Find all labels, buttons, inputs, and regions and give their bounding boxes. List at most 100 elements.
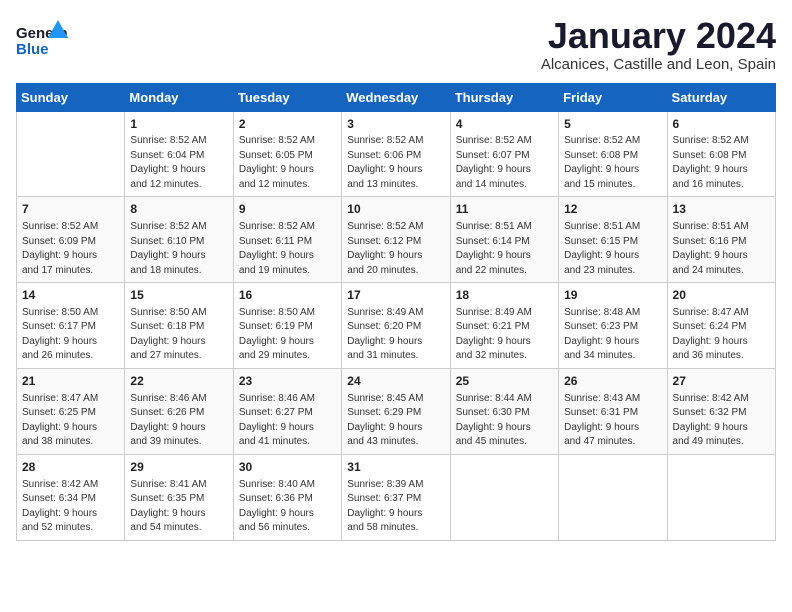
day-number: 1 (130, 116, 227, 133)
calendar-cell: 8 Sunrise: 8:52 AMSunset: 6:10 PMDaylight… (125, 197, 233, 283)
calendar-cell: 14Sunrise: 8:50 AMSunset: 6:17 PMDayligh… (17, 283, 125, 369)
day-number: 23 (239, 373, 336, 390)
cell-info: Sunrise: 8:52 AMSunset: 6:05 PMDaylight:… (239, 134, 336, 192)
calendar-cell: 1Sunrise: 8:52 AMSunset: 6:04 PMDaylight… (125, 111, 233, 197)
calendar-week-row: 1Sunrise: 8:52 AMSunset: 6:04 PMDaylight… (17, 111, 776, 197)
cell-info: Sunrise: 8:50 AMSunset: 6:19 PMDaylight:… (239, 306, 336, 364)
location-subtitle: Alcanices, Castille and Leon, Spain (541, 56, 776, 73)
cell-info: Sunrise: 8:52 AMSunset: 6:10 PMDaylight:… (130, 220, 227, 278)
calendar-table: SundayMondayTuesdayWednesdayThursdayFrid… (16, 83, 776, 541)
day-number: 31 (347, 459, 444, 476)
day-number: 3 (347, 116, 444, 133)
cell-info: Sunrise: 8:52 AMSunset: 6:08 PMDaylight:… (673, 134, 770, 192)
calendar-cell: 15 Sunrise: 8:50 AMSunset: 6:18 PMDayligh… (125, 283, 233, 369)
calendar-cell: 16Sunrise: 8:50 AMSunset: 6:19 PMDayligh… (233, 283, 341, 369)
day-number: 4 (456, 116, 553, 133)
day-number: 22 (130, 373, 227, 390)
calendar-cell: 18 Sunrise: 8:49 AMSunset: 6:21 PMDayligh… (450, 283, 558, 369)
svg-text:Blue: Blue (16, 41, 49, 58)
days-header-row: SundayMondayTuesdayWednesdayThursdayFrid… (17, 83, 776, 111)
calendar-cell: 4Sunrise: 8:52 AMSunset: 6:07 PMDaylight… (450, 111, 558, 197)
calendar-cell: 17Sunrise: 8:49 AMSunset: 6:20 PMDayligh… (342, 283, 450, 369)
cell-info: Sunrise: 8:52 AMSunset: 6:07 PMDaylight:… (456, 134, 553, 192)
calendar-cell: 5Sunrise: 8:52 AMSunset: 6:08 PMDaylight… (559, 111, 667, 197)
cell-info: Sunrise: 8:39 AMSunset: 6:37 PMDaylight:… (347, 478, 444, 536)
day-number: 27 (673, 373, 770, 390)
day-number: 29 (130, 459, 227, 476)
cell-info: Sunrise: 8:47 AMSunset: 6:25 PMDaylight:… (22, 392, 119, 450)
day-header-monday: Monday (125, 83, 233, 111)
day-number: 28 (22, 459, 119, 476)
cell-info: Sunrise: 8:48 AMSunset: 6:23 PMDaylight:… (564, 306, 661, 364)
calendar-cell: 3Sunrise: 8:52 AMSunset: 6:06 PMDaylight… (342, 111, 450, 197)
cell-info: Sunrise: 8:41 AMSunset: 6:35 PMDaylight:… (130, 478, 227, 536)
cell-info: Sunrise: 8:44 AMSunset: 6:30 PMDaylight:… (456, 392, 553, 450)
calendar-cell: 24 Sunrise: 8:45 AMSunset: 6:29 PMDayligh… (342, 368, 450, 454)
day-number: 11 (456, 201, 553, 218)
calendar-week-row: 14Sunrise: 8:50 AMSunset: 6:17 PMDayligh… (17, 283, 776, 369)
cell-info: Sunrise: 8:42 AMSunset: 6:34 PMDaylight:… (22, 478, 119, 536)
day-number: 6 (673, 116, 770, 133)
day-number: 5 (564, 116, 661, 133)
day-number: 15 (130, 287, 227, 304)
calendar-header: SundayMondayTuesdayWednesdayThursdayFrid… (17, 83, 776, 111)
cell-info: Sunrise: 8:40 AMSunset: 6:36 PMDaylight:… (239, 478, 336, 536)
cell-info: Sunrise: 8:47 AMSunset: 6:24 PMDaylight:… (673, 306, 770, 364)
cell-info: Sunrise: 8:42 AMSunset: 6:32 PMDaylight:… (673, 392, 770, 450)
day-number: 20 (673, 287, 770, 304)
calendar-cell: 12 Sunrise: 8:51 AMSunset: 6:15 PMDayligh… (559, 197, 667, 283)
cell-info: Sunrise: 8:52 AMSunset: 6:09 PMDaylight:… (22, 220, 119, 278)
cell-info: Sunrise: 8:52 AMSunset: 6:12 PMDaylight:… (347, 220, 444, 278)
calendar-cell: 13 Sunrise: 8:51 AMSunset: 6:16 PMDayligh… (667, 197, 775, 283)
day-header-thursday: Thursday (450, 83, 558, 111)
calendar-cell: 19Sunrise: 8:48 AMSunset: 6:23 PMDayligh… (559, 283, 667, 369)
day-header-wednesday: Wednesday (342, 83, 450, 111)
cell-info: Sunrise: 8:51 AMSunset: 6:16 PMDaylight:… (673, 220, 770, 278)
day-header-friday: Friday (559, 83, 667, 111)
calendar-cell (667, 454, 775, 540)
header: General Blue January 2024 Alcanices, Cas… (16, 16, 776, 73)
calendar-cell: 27 Sunrise: 8:42 AMSunset: 6:32 PMDayligh… (667, 368, 775, 454)
day-number: 7 (22, 201, 119, 218)
cell-info: Sunrise: 8:52 AMSunset: 6:11 PMDaylight:… (239, 220, 336, 278)
cell-info: Sunrise: 8:46 AMSunset: 6:26 PMDaylight:… (130, 392, 227, 450)
calendar-cell: 20 Sunrise: 8:47 AMSunset: 6:24 PMDayligh… (667, 283, 775, 369)
day-header-sunday: Sunday (17, 83, 125, 111)
day-header-tuesday: Tuesday (233, 83, 341, 111)
title-area: January 2024 Alcanices, Castille and Leo… (541, 16, 776, 73)
month-title: January 2024 (541, 16, 776, 56)
day-number: 14 (22, 287, 119, 304)
day-number: 24 (347, 373, 444, 390)
calendar-cell (559, 454, 667, 540)
day-number: 12 (564, 201, 661, 218)
day-number: 30 (239, 459, 336, 476)
cell-info: Sunrise: 8:51 AMSunset: 6:15 PMDaylight:… (564, 220, 661, 278)
calendar-cell: 2Sunrise: 8:52 AMSunset: 6:05 PMDaylight… (233, 111, 341, 197)
cell-info: Sunrise: 8:49 AMSunset: 6:20 PMDaylight:… (347, 306, 444, 364)
calendar-cell: 29 Sunrise: 8:41 AMSunset: 6:35 PMDayligh… (125, 454, 233, 540)
calendar-cell: 26Sunrise: 8:43 AMSunset: 6:31 PMDayligh… (559, 368, 667, 454)
calendar-body: 1Sunrise: 8:52 AMSunset: 6:04 PMDaylight… (17, 111, 776, 540)
day-number: 9 (239, 201, 336, 218)
logo-icon: General Blue (16, 16, 68, 64)
calendar-cell: 21Sunrise: 8:47 AMSunset: 6:25 PMDayligh… (17, 368, 125, 454)
calendar-cell: 31 Sunrise: 8:39 AMSunset: 6:37 PMDayligh… (342, 454, 450, 540)
logo: General Blue (16, 16, 68, 64)
cell-info: Sunrise: 8:49 AMSunset: 6:21 PMDaylight:… (456, 306, 553, 364)
cell-info: Sunrise: 8:51 AMSunset: 6:14 PMDaylight:… (456, 220, 553, 278)
calendar-cell (17, 111, 125, 197)
day-number: 18 (456, 287, 553, 304)
day-number: 25 (456, 373, 553, 390)
cell-info: Sunrise: 8:52 AMSunset: 6:08 PMDaylight:… (564, 134, 661, 192)
calendar-cell: 7 Sunrise: 8:52 AMSunset: 6:09 PMDaylight… (17, 197, 125, 283)
cell-info: Sunrise: 8:50 AMSunset: 6:18 PMDaylight:… (130, 306, 227, 364)
calendar-week-row: 28 Sunrise: 8:42 AMSunset: 6:34 PMDayligh… (17, 454, 776, 540)
day-number: 2 (239, 116, 336, 133)
day-number: 8 (130, 201, 227, 218)
calendar-cell: 9 Sunrise: 8:52 AMSunset: 6:11 PMDaylight… (233, 197, 341, 283)
calendar-cell: 22 Sunrise: 8:46 AMSunset: 6:26 PMDayligh… (125, 368, 233, 454)
day-number: 13 (673, 201, 770, 218)
cell-info: Sunrise: 8:43 AMSunset: 6:31 PMDaylight:… (564, 392, 661, 450)
day-header-saturday: Saturday (667, 83, 775, 111)
cell-info: Sunrise: 8:45 AMSunset: 6:29 PMDaylight:… (347, 392, 444, 450)
